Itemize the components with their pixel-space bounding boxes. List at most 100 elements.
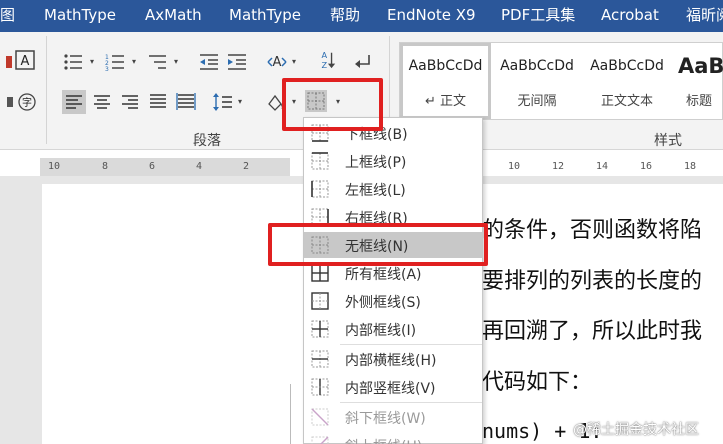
distributed-align-icon[interactable] [175, 92, 197, 112]
menu-item-label: 内部框线(I) [345, 323, 417, 339]
tab-endnote[interactable]: EndNote X9 [387, 0, 476, 32]
inside-vertical-border-icon [311, 378, 329, 396]
tab-foxit[interactable]: 福昕阅 [686, 0, 723, 32]
top-border-icon [311, 152, 329, 170]
svg-text:A: A [273, 55, 282, 70]
all-borders-icon [311, 264, 329, 282]
ruler-tick: 10 [48, 161, 61, 172]
paragraph-group-label: 段落 [193, 133, 221, 149]
ruler-tick: 6 [149, 161, 156, 172]
align-center-icon[interactable] [91, 92, 113, 112]
menu-item-label: 内部横框线(H) [345, 353, 437, 369]
tab-help[interactable]: 帮助 [330, 0, 360, 32]
menu-item-all-borders[interactable]: 所有框线(A) [304, 260, 482, 286]
ruler-tick: 12 [552, 161, 565, 172]
chevron-down-icon[interactable]: ▾ [172, 56, 180, 68]
styles-gallery: AaBbCcDd ↵ 正文 AaBbCcDd 无间隔 AaBbCcDd 正文文本… [399, 42, 723, 120]
increase-indent-icon[interactable] [226, 52, 248, 72]
menu-item-right-border[interactable]: 右框线(R) [304, 204, 482, 230]
styles-group-label: 样式 [654, 133, 682, 149]
chinese-layout-icon[interactable]: A [266, 52, 288, 72]
chevron-down-icon[interactable]: ▾ [290, 56, 298, 68]
bottom-border-icon [311, 124, 329, 142]
chevron-down-icon[interactable]: ▾ [130, 56, 138, 68]
svg-text:3: 3 [105, 66, 109, 72]
justify-icon[interactable] [147, 92, 169, 112]
style-sample: AaBbCcDd [590, 58, 664, 74]
ribbon-divider [46, 36, 47, 144]
style-normal[interactable]: AaBbCcDd ↵ 正文 [400, 43, 491, 119]
character-border-icon[interactable]: A [14, 50, 36, 70]
chevron-down-icon[interactable]: ▾ [290, 96, 298, 108]
ruler-tick: 14 [596, 161, 609, 172]
tab-drawing[interactable]: 图 [0, 0, 15, 32]
menu-item-diagonal-down-border: 斜下框线(W) [304, 404, 482, 430]
menu-item-left-border[interactable]: 左框线(L) [304, 176, 482, 202]
bullets-icon[interactable] [62, 52, 84, 72]
inside-horizontal-border-icon [311, 350, 329, 368]
document-line[interactable]: 再回溯了，所以此时我 [482, 313, 702, 345]
menu-item-label: 内部竖框线(V) [345, 381, 436, 397]
show-formatting-marks-icon[interactable] [352, 52, 374, 72]
shading-icon[interactable] [264, 92, 286, 112]
menu-item-outside-borders[interactable]: 外侧框线(S) [304, 288, 482, 314]
ruler-tick: 16 [640, 161, 653, 172]
watermark-text: @稀土掘金技术社区 [573, 422, 699, 438]
style-heading[interactable]: AaBl 标题 [672, 43, 723, 119]
menu-item-inside-borders[interactable]: 内部框线(I) [304, 316, 482, 342]
menu-separator [340, 344, 482, 345]
menu-item-label: 右框线(R) [345, 211, 408, 227]
svg-text:A: A [21, 54, 30, 69]
tab-acrobat[interactable]: Acrobat [601, 0, 659, 32]
tab-mathtype-2[interactable]: MathType [229, 0, 301, 32]
document-line[interactable]: 的条件，否则函数将陷 [482, 212, 702, 244]
tab-mathtype[interactable]: MathType [44, 0, 116, 32]
menu-item-no-border[interactable]: 无框线(N) [304, 232, 482, 258]
style-no-spacing[interactable]: AaBbCcDd 无间隔 [492, 43, 582, 119]
menu-item-label: 斜下框线(W) [345, 411, 426, 427]
right-border-icon [311, 208, 329, 226]
chevron-down-icon[interactable]: ▾ [88, 56, 96, 68]
table-border-line [290, 384, 291, 444]
font-color-partial-icon[interactable] [0, 52, 12, 72]
menu-item-label: 左框线(L) [345, 183, 406, 199]
document-line[interactable]: 代码如下： [482, 364, 592, 396]
menu-item-diagonal-up-border: 斜上框线(U) [304, 432, 482, 444]
align-right-icon[interactable] [119, 92, 141, 112]
document-line[interactable]: 要排列的列表的长度的 [482, 263, 702, 295]
highlight-partial-icon[interactable] [0, 92, 13, 112]
outside-borders-icon [311, 292, 329, 310]
menu-item-inside-vertical-border[interactable]: 内部竖框线(V) [304, 374, 482, 400]
menu-item-bottom-border[interactable]: 下框线(B) [304, 120, 482, 146]
numbering-icon[interactable]: 123 [104, 52, 126, 72]
menu-item-top-border[interactable]: 上框线(P) [304, 148, 482, 174]
ruler-tick: 10 [508, 161, 521, 172]
inside-borders-icon [311, 320, 329, 338]
menu-item-label: 斜上框线(U) [345, 436, 422, 444]
style-sample: AaBl [678, 54, 723, 78]
borders-button-icon[interactable] [305, 90, 327, 112]
menu-item-label: 上框线(P) [345, 155, 407, 171]
style-name: 无间隔 [517, 94, 557, 109]
menu-item-label: 所有框线(A) [345, 267, 422, 283]
chevron-down-icon[interactable]: ▾ [236, 96, 244, 108]
style-body-text[interactable]: AaBbCcDd 正文文本 [582, 43, 672, 119]
menu-item-label: 下框线(B) [345, 127, 408, 143]
ruler-tick: 4 [196, 161, 203, 172]
svg-text:Z: Z [321, 60, 327, 70]
chevron-down-icon[interactable]: ▾ [334, 96, 342, 108]
tab-pdf-tools[interactable]: PDF工具集 [501, 0, 575, 32]
multilevel-list-icon[interactable] [146, 52, 168, 72]
style-name: 正文文本 [600, 94, 653, 109]
ribbon-tab-bar: 图 MathType AxMath MathType 帮助 EndNote X9… [0, 0, 723, 32]
tab-axmath[interactable]: AxMath [145, 0, 202, 32]
ruler-tick: 2 [243, 161, 250, 172]
diagonal-down-border-icon [311, 408, 329, 426]
line-spacing-icon[interactable] [212, 92, 234, 112]
sort-icon[interactable]: AZ [316, 50, 338, 70]
decrease-indent-icon[interactable] [198, 52, 220, 72]
enclose-character-icon[interactable]: 字 [16, 92, 38, 112]
align-left-icon[interactable] [62, 90, 86, 114]
menu-item-label: 无框线(N) [345, 239, 409, 255]
menu-item-inside-horizontal-border[interactable]: 内部横框线(H) [304, 346, 482, 372]
